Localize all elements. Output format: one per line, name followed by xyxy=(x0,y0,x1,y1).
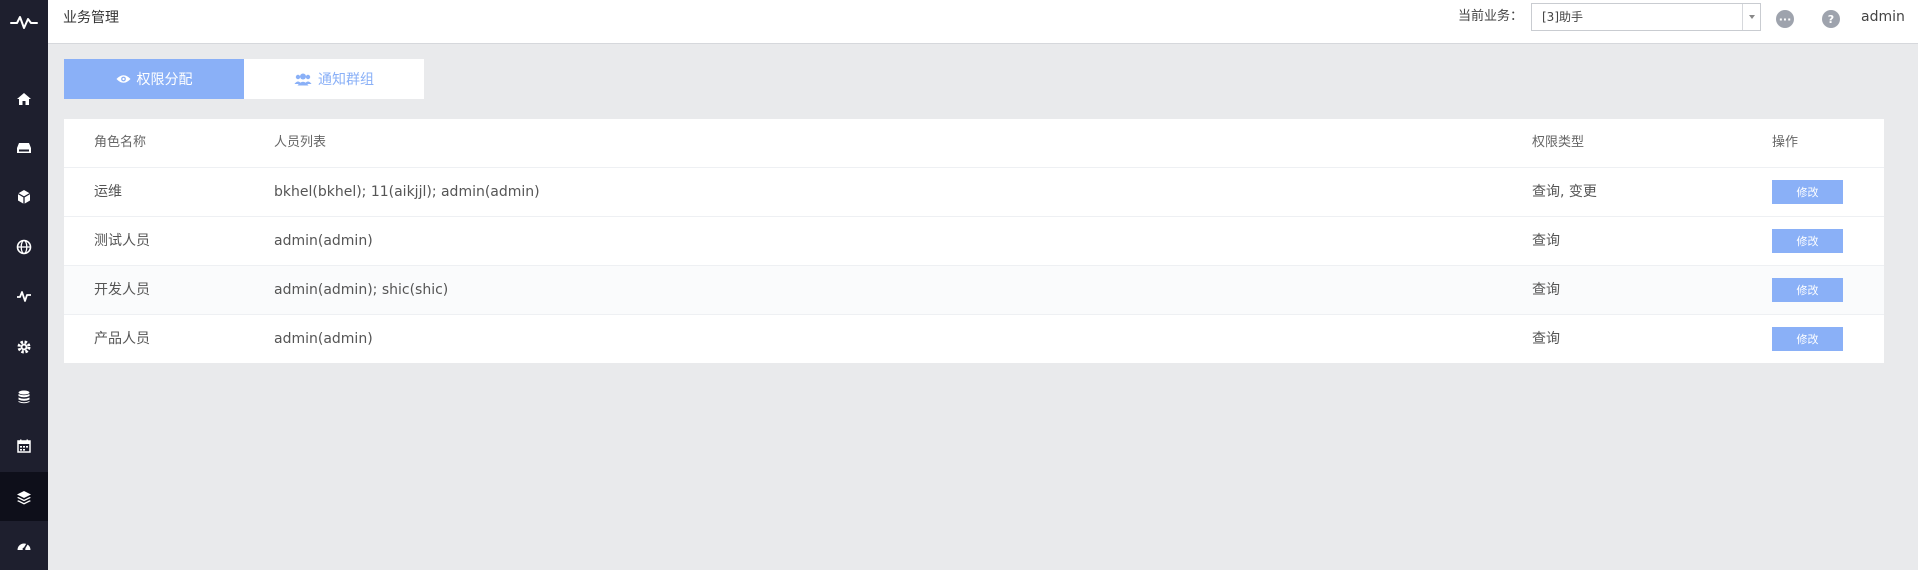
pulse-logo-icon xyxy=(10,16,38,29)
business-select-value: [3]助手 xyxy=(1542,10,1583,24)
monitor-icon xyxy=(17,290,31,302)
sidebar-item-dashboard[interactable] xyxy=(0,521,48,570)
sidebar-item-box[interactable] xyxy=(0,172,48,221)
tab-notify-group-label: 通知群组 xyxy=(318,72,374,88)
sidebar-item-storage[interactable] xyxy=(0,123,48,172)
business-select[interactable]: [3]助手 xyxy=(1531,3,1761,31)
edit-button[interactable]: 修改 xyxy=(1772,180,1843,204)
header-member-list: 人员列表 xyxy=(274,135,327,150)
table-row: 运维 bkhel(bkhel); 11(aikjjl); admin(admin… xyxy=(64,168,1884,217)
edit-button[interactable]: 修改 xyxy=(1772,278,1843,302)
storage-icon xyxy=(17,142,31,153)
globe-icon xyxy=(16,239,32,254)
calendar-icon xyxy=(17,439,31,453)
role-name-cell: 产品人员 xyxy=(94,331,150,347)
permission-table: 角色名称 人员列表 权限类型 操作 运维 bkhel(bkhel); 11(ai… xyxy=(64,119,1884,363)
eye-icon xyxy=(116,75,130,83)
more-icon[interactable]: ··· xyxy=(1776,10,1794,28)
sidebar-item-database[interactable] xyxy=(0,372,48,421)
table-header-row: 角色名称 人员列表 权限类型 操作 xyxy=(64,119,1884,168)
help-icon[interactable]: ? xyxy=(1822,10,1840,28)
table-row: 测试人员 admin(admin) 查询 修改 xyxy=(64,217,1884,266)
tab-permission[interactable]: 权限分配 xyxy=(64,59,244,99)
tab-notify-group[interactable]: 通知群组 xyxy=(244,59,424,99)
role-name-cell: 运维 xyxy=(94,184,122,200)
chevron-down-icon xyxy=(1748,15,1755,19)
member-list-cell: admin(admin) xyxy=(274,233,373,249)
home-icon xyxy=(17,92,31,105)
sidebar xyxy=(0,0,48,570)
sidebar-item-home[interactable] xyxy=(0,74,48,123)
business-label: 当前业务： xyxy=(1458,9,1524,24)
user-name[interactable]: admin xyxy=(1861,0,1905,34)
sidebar-item-layers[interactable] xyxy=(0,472,48,521)
top-header: 业务管理 当前业务： [3]助手 ··· ? admin xyxy=(48,0,1918,44)
permission-type-cell: 查询 xyxy=(1532,282,1560,298)
layers-icon xyxy=(17,490,31,504)
edit-button[interactable]: 修改 xyxy=(1772,229,1843,253)
gear-icon xyxy=(17,340,31,353)
member-list-cell: admin(admin); shic(shic) xyxy=(274,282,449,298)
box-icon xyxy=(17,189,31,204)
member-list-cell: admin(admin) xyxy=(274,331,373,347)
role-name-cell: 测试人员 xyxy=(94,233,150,249)
tab-permission-label: 权限分配 xyxy=(136,72,193,88)
permission-type-cell: 查询 xyxy=(1532,331,1560,347)
member-list-cell: bkhel(bkhel); 11(aikjjl); admin(admin) xyxy=(274,184,540,200)
dashboard-icon xyxy=(17,543,31,550)
logo[interactable] xyxy=(0,0,48,44)
page-title: 业务管理 xyxy=(63,10,119,26)
sidebar-item-monitor[interactable] xyxy=(0,271,48,320)
sidebar-item-settings[interactable] xyxy=(0,322,48,371)
sidebar-item-globe[interactable] xyxy=(0,222,48,271)
sidebar-item-calendar[interactable] xyxy=(0,421,48,470)
header-permission-type: 权限类型 xyxy=(1532,135,1585,150)
permission-type-cell: 查询 xyxy=(1532,233,1560,249)
permission-type-cell: 查询, 变更 xyxy=(1532,184,1597,200)
users-icon xyxy=(294,73,312,85)
header-role-name: 角色名称 xyxy=(94,135,147,150)
select-arrow[interactable] xyxy=(1742,4,1760,30)
table-row: 开发人员 admin(admin); shic(shic) 查询 修改 xyxy=(64,266,1884,315)
header-action: 操作 xyxy=(1772,135,1799,150)
role-name-cell: 开发人员 xyxy=(94,282,150,298)
table-row: 产品人员 admin(admin) 查询 修改 xyxy=(64,315,1884,364)
database-icon xyxy=(18,390,30,403)
edit-button[interactable]: 修改 xyxy=(1772,327,1843,351)
